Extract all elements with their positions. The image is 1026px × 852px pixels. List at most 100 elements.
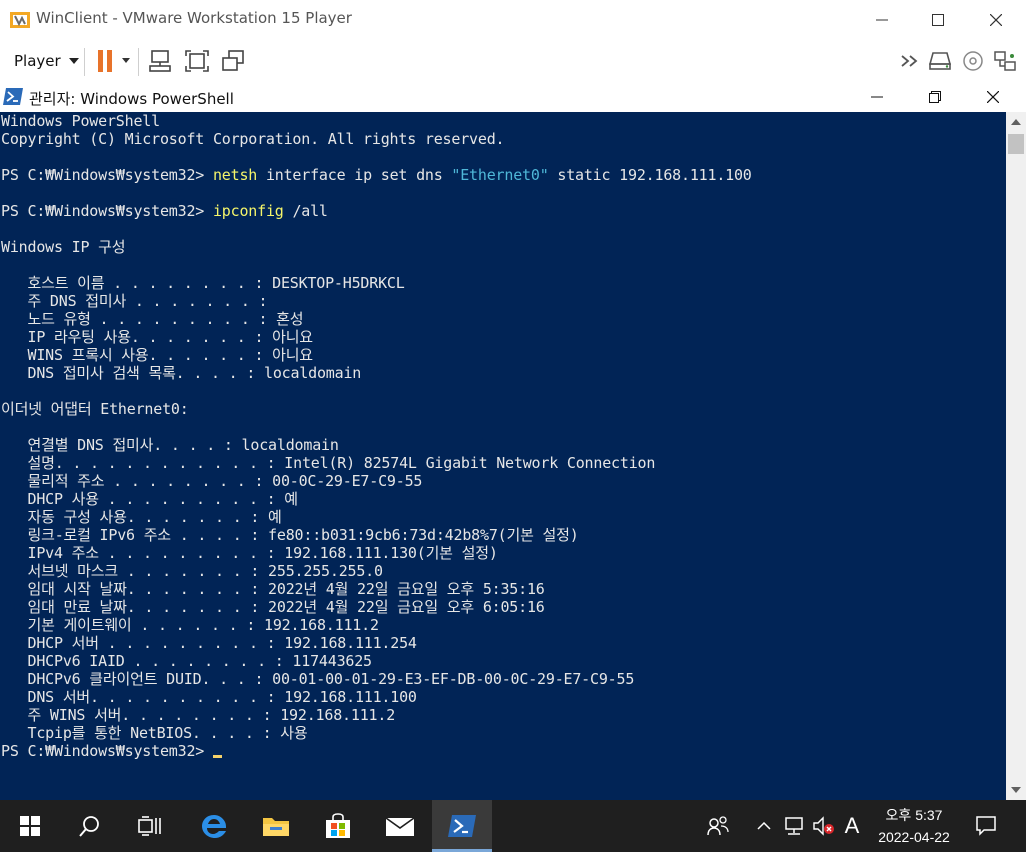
console-line: 기본 게이트웨이 . . . . . . : 192.168.111.2	[1, 616, 379, 634]
scrollbar-thumb[interactable]	[1008, 134, 1024, 154]
console-args: interface ip set dns	[257, 166, 452, 184]
task-view-button[interactable]	[120, 800, 180, 852]
people-button[interactable]	[700, 800, 736, 852]
powershell-minimize-button[interactable]	[848, 82, 906, 112]
powershell-window-title: 관리자: Windows PowerShell	[29, 90, 234, 108]
console-line: 노드 유형 . . . . . . . . . : 혼성	[1, 310, 304, 328]
console-prompt: PS C:₩Windows₩system32>	[1, 742, 213, 760]
file-explorer-button[interactable]	[246, 800, 306, 852]
console-args: static 192.168.111.100	[548, 166, 752, 184]
console-command: ipconfig	[212, 202, 284, 220]
edge-button[interactable]	[184, 800, 244, 852]
console-line: DNS 서버. . . . . . . . . . : 192.168.111.…	[1, 688, 417, 706]
console-line: DHCP 서버 . . . . . . . . . : 192.168.111.…	[1, 634, 417, 652]
console-prompt: PS C:₩Windows₩system32>	[1, 202, 213, 220]
search-button[interactable]	[60, 800, 120, 852]
cd-button[interactable]	[958, 48, 988, 74]
close-icon	[990, 14, 1002, 26]
ime-indicator[interactable]: A	[838, 800, 866, 852]
pause-icon	[98, 50, 130, 72]
close-icon	[987, 91, 999, 103]
console-line: 자동 구성 사용. . . . . . . : 예	[1, 508, 282, 526]
console-line: 설명. . . . . . . . . . . . : Intel(R) 825…	[1, 454, 656, 472]
minimize-icon	[871, 96, 883, 98]
console-line: DHCPv6 IAID . . . . . . . . : 117443625	[1, 652, 372, 670]
volume-muted-icon	[813, 816, 834, 836]
volume-button[interactable]	[810, 800, 838, 852]
task-view-icon	[138, 816, 161, 836]
file-explorer-icon	[263, 818, 289, 836]
fit-guest-icon	[185, 50, 209, 72]
console-line: DNS 접미사 검색 목록. . . . : localdomain	[1, 364, 362, 382]
network-button[interactable]	[990, 48, 1020, 74]
store-button[interactable]	[308, 800, 368, 852]
powershell-console[interactable]: Windows PowerShell Copyright (C) Microso…	[0, 112, 1006, 800]
network-icon	[785, 817, 803, 835]
taskbar-clock[interactable]: 오후 5:37 2022-04-22	[866, 804, 962, 848]
chevron-down-icon	[68, 58, 79, 64]
console-line: 주 WINS 서버. . . . . . . . : 192.168.111.2	[1, 706, 396, 724]
fit-guest-button[interactable]	[182, 48, 212, 74]
console-line: 서브넷 마스크 . . . . . . . : 255.255.255.0	[1, 562, 383, 580]
console-prompt: PS C:₩Windows₩system32>	[1, 166, 213, 184]
notification-icon	[976, 816, 996, 836]
console-line: 임대 만료 날짜. . . . . . . : 2022년 4월 22일 금요일…	[1, 598, 545, 616]
console-output: Windows PowerShell Copyright (C) Microso…	[1, 112, 752, 760]
console-line: IP 라우팅 사용. . . . . . . : 아니요	[1, 328, 313, 346]
vmware-title-bar: WinClient - VMware Workstation 15 Player	[0, 0, 1026, 40]
console-line: 호스트 이름 . . . . . . . . : DESKTOP-H5DRKCL	[1, 274, 405, 292]
powershell-close-button[interactable]	[964, 82, 1022, 112]
toolbar-divider	[84, 48, 85, 76]
player-menu-button[interactable]: Player	[6, 48, 87, 74]
removable-devices-icon	[929, 52, 952, 70]
vmware-minimize-button[interactable]	[854, 0, 910, 40]
console-scrollbar[interactable]	[1006, 112, 1026, 800]
chevron-up-icon	[1011, 119, 1021, 125]
unity-button[interactable]	[218, 48, 248, 74]
console-line: Tcpip를 통한 NetBIOS. . . . : 사용	[1, 724, 308, 742]
pause-button[interactable]	[92, 48, 136, 74]
toolbar-divider	[138, 48, 139, 76]
powershell-taskbar-button[interactable]	[432, 800, 492, 852]
restore-icon	[929, 91, 941, 103]
scroll-up-button[interactable]	[1006, 112, 1026, 132]
network-status-button[interactable]	[780, 800, 808, 852]
removable-devices-button[interactable]	[926, 48, 956, 74]
start-button[interactable]	[0, 800, 60, 852]
forward-button[interactable]	[896, 48, 926, 74]
vmware-close-button[interactable]	[968, 0, 1024, 40]
chevron-up-icon	[757, 822, 771, 830]
text-cursor	[212, 755, 222, 758]
console-line: IPv4 주소 . . . . . . . . . : 192.168.111.…	[1, 544, 498, 562]
console-line: 임대 시작 날짜. . . . . . . : 2022년 4월 22일 금요일…	[1, 580, 545, 598]
network-icon	[994, 51, 1016, 71]
console-line: DHCP 사용 . . . . . . . . . : 예	[1, 490, 298, 508]
console-line: WINS 프록시 사용. . . . . . : 아니요	[1, 346, 313, 364]
store-icon	[326, 813, 350, 838]
console-line: Windows PowerShell	[1, 112, 160, 130]
edge-icon	[202, 815, 226, 838]
scroll-down-button[interactable]	[1006, 780, 1026, 800]
powershell-icon	[3, 88, 23, 105]
console-command: netsh	[212, 166, 258, 184]
maximize-icon	[932, 14, 944, 26]
powershell-restore-button[interactable]	[906, 82, 964, 112]
mail-icon	[385, 817, 415, 836]
console-line: Copyright (C) Microsoft Corporation. All…	[1, 130, 505, 148]
console-line: 링크-로컬 IPv6 주소 . . . . : fe80::b031:9cb6:…	[1, 526, 579, 544]
vmware-maximize-button[interactable]	[910, 0, 966, 40]
vmware-logo-icon	[10, 12, 30, 28]
action-center-button[interactable]	[966, 800, 1006, 852]
mail-button[interactable]	[370, 800, 430, 852]
chevron-down-icon	[1011, 787, 1021, 793]
search-icon	[79, 816, 99, 837]
send-ctrl-alt-del-button[interactable]	[146, 48, 176, 74]
console-line: 주 DNS 접미사 . . . . . . . :	[1, 292, 268, 310]
show-hidden-icons-button[interactable]	[752, 800, 776, 852]
clock-date: 2022-04-22	[878, 829, 950, 845]
console-string: "Ethernet0"	[451, 166, 549, 184]
unity-icon	[222, 50, 244, 71]
forward-icon	[901, 55, 918, 67]
console-line: DHCPv6 클라이언트 DUID. . . : 00-01-00-01-29-…	[1, 670, 635, 688]
console-line: Windows IP 구성	[1, 238, 126, 256]
